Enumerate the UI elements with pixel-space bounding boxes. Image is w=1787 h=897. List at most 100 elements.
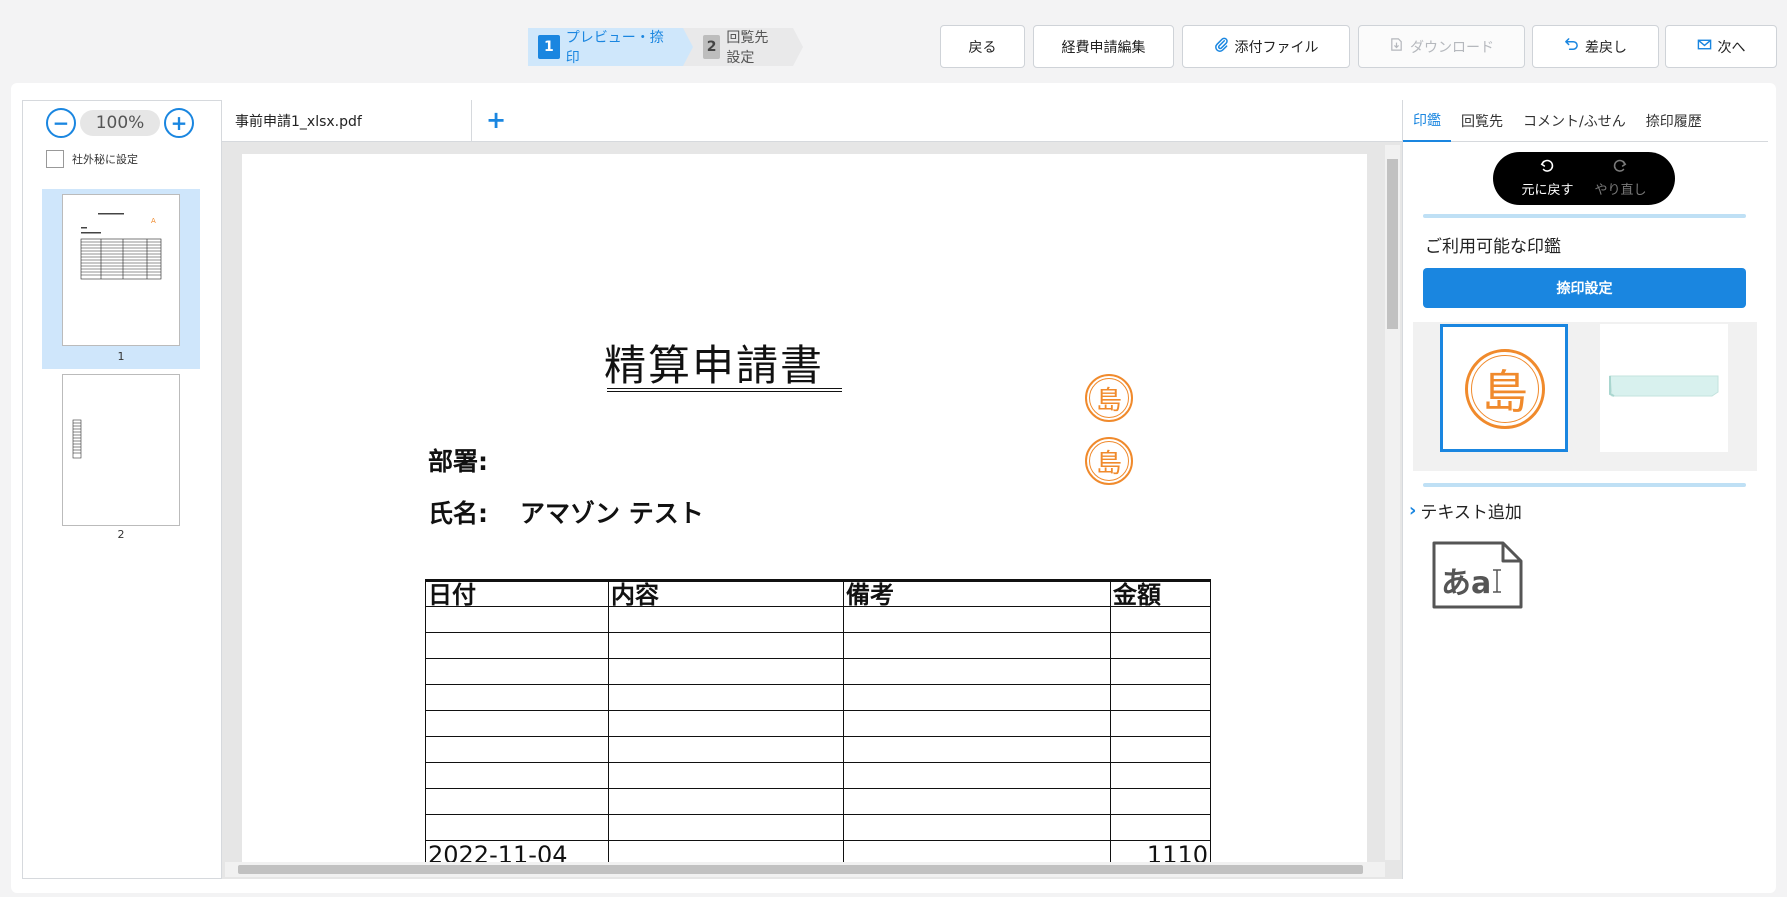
plus-icon: +	[485, 106, 507, 134]
download-button[interactable]: ダウンロード	[1358, 25, 1525, 68]
table-row	[425, 788, 1211, 815]
thumbnail-panel: − 100% + 社外秘に設定 A 1 2	[22, 100, 222, 879]
document-title: 精算申請書	[604, 341, 825, 390]
step-label: 回覧先設定	[726, 30, 769, 66]
confidential-checkbox[interactable]	[46, 150, 64, 168]
stamp-settings-button[interactable]: 捺印設定	[1423, 268, 1746, 308]
tab-comments[interactable]: コメント/ふせん	[1513, 100, 1636, 142]
text-add-section[interactable]: › テキスト追加	[1409, 498, 1522, 523]
title-underline	[607, 391, 842, 392]
confidential-option[interactable]: 社外秘に設定	[46, 150, 138, 168]
panel-tabs: 印鑑 回覧先 コメント/ふせん 捺印履歴	[1403, 100, 1768, 142]
page-number-2: 2	[117, 528, 125, 541]
stamp-list: 島	[1413, 322, 1757, 471]
column-header: 内容	[608, 579, 844, 607]
send-back-label: 差戻し	[1585, 39, 1627, 56]
back-label: 戻る	[968, 39, 997, 56]
undo-arrow-icon	[1564, 37, 1579, 56]
horizontal-scrollbar[interactable]	[225, 862, 1385, 877]
stamp-option-sticky[interactable]	[1600, 324, 1728, 452]
step-number: 2	[703, 35, 721, 59]
add-text-icon[interactable]: あa	[1431, 540, 1523, 610]
column-header: 備考	[843, 579, 1111, 607]
table-row	[425, 710, 1211, 737]
title-underline	[607, 388, 842, 389]
document-tab[interactable]: 事前申請1_xlsx.pdf	[222, 100, 472, 142]
text-icon-label: あa	[1441, 566, 1492, 601]
page-thumbnail-2[interactable]	[62, 374, 180, 526]
step-circulation[interactable]: 2 回覧先設定	[683, 28, 803, 66]
undo-button[interactable]: 元に戻す	[1521, 159, 1574, 198]
divider	[1423, 483, 1746, 487]
sticky-note-icon	[1609, 375, 1719, 397]
redo-label: やり直し	[1594, 183, 1647, 198]
step-preview-stamp[interactable]: 1 プレビュー・捺印	[528, 28, 693, 66]
send-back-button[interactable]: 差戻し	[1532, 25, 1659, 68]
redo-button[interactable]: やり直し	[1594, 159, 1647, 198]
tab-stamp[interactable]: 印鑑	[1403, 100, 1451, 142]
edit-expense-label: 経費申請編集	[1061, 39, 1146, 56]
zoom-controls: − 100% +	[46, 108, 194, 138]
tab-circulation[interactable]: 回覧先	[1451, 100, 1513, 142]
plus-icon: +	[170, 111, 188, 135]
document-page[interactable]: 精算申請書 島 島 部署: 氏名: アマゾン テスト 日付 内容 備考 金額 2…	[242, 154, 1367, 874]
thumbnail-preview: A	[80, 213, 162, 280]
undo-label: 元に戻す	[1521, 183, 1574, 198]
zoom-out-button[interactable]: −	[46, 108, 76, 138]
document-viewer[interactable]: 精算申請書 島 島 部署: 氏名: アマゾン テスト 日付 内容 備考 金額 2…	[222, 142, 1402, 879]
page-number-1: 1	[117, 350, 125, 363]
top-bar: 1 プレビュー・捺印 2 回覧先設定 戻る 経費申請編集 添付ファイル ダウンロ…	[0, 0, 1787, 80]
available-stamps-title: ご利用可能な印鑑	[1425, 237, 1561, 257]
divider	[1423, 214, 1746, 218]
placed-stamp[interactable]: 島	[1085, 437, 1133, 485]
column-header: 日付	[425, 579, 609, 607]
tab-stamp-history[interactable]: 捺印履歴	[1636, 100, 1712, 142]
page-thumbnail-1[interactable]: A	[62, 194, 180, 346]
undo-icon	[1540, 159, 1554, 177]
vertical-scrollbar[interactable]	[1385, 145, 1400, 860]
envelope-icon	[1697, 37, 1712, 56]
paperclip-icon	[1214, 37, 1229, 56]
chevron-right-icon: ›	[1409, 500, 1417, 521]
stamp-panel: 印鑑 回覧先 コメント/ふせん 捺印履歴 元に戻す やり直し ご利用可能な印鑑 …	[1402, 100, 1768, 879]
step-label: プレビュー・捺印	[565, 30, 664, 66]
thumbnail-preview	[72, 419, 82, 459]
step-number: 1	[538, 35, 560, 59]
table-row	[425, 658, 1211, 685]
column-header: 金額	[1110, 579, 1211, 607]
download-label: ダウンロード	[1410, 39, 1494, 56]
vertical-scroll-thumb[interactable]	[1387, 159, 1398, 329]
attachment-button[interactable]: 添付ファイル	[1182, 25, 1350, 68]
stamp-option-shima[interactable]: 島	[1440, 324, 1568, 452]
back-button[interactable]: 戻る	[940, 25, 1025, 68]
svg-text:A: A	[151, 217, 156, 225]
confidential-label: 社外秘に設定	[72, 153, 138, 166]
step-indicator: 1 プレビュー・捺印 2 回覧先設定	[528, 28, 803, 66]
next-label: 次へ	[1717, 39, 1746, 56]
table-row	[425, 814, 1211, 841]
table-row	[425, 632, 1211, 659]
zoom-level: 100%	[80, 110, 160, 136]
undo-redo-control: 元に戻す やり直し	[1493, 152, 1675, 205]
zoom-in-button[interactable]: +	[164, 108, 194, 138]
minus-icon: −	[52, 111, 70, 135]
stamp-preview: 島	[1465, 349, 1545, 429]
document-tab-bar: 事前申請1_xlsx.pdf +	[222, 100, 1402, 142]
expense-table: 日付 内容 備考 金額 2022-11-04 1110	[425, 579, 1211, 867]
redo-icon	[1613, 159, 1627, 177]
placed-stamp[interactable]: 島	[1085, 374, 1133, 422]
table-row	[425, 606, 1211, 633]
department-label: 部署:	[428, 447, 488, 476]
table-header-row: 日付 内容 備考 金額	[425, 579, 1211, 607]
table-row	[425, 762, 1211, 789]
add-tab-button[interactable]: +	[482, 106, 510, 134]
table-row	[425, 736, 1211, 763]
name-label: 氏名:	[428, 499, 488, 528]
text-add-title: テキスト追加	[1420, 503, 1522, 523]
attachment-label: 添付ファイル	[1234, 39, 1319, 56]
horizontal-scroll-thumb[interactable]	[238, 865, 1363, 874]
download-icon	[1389, 37, 1404, 56]
next-button[interactable]: 次へ	[1665, 25, 1777, 68]
table-row	[425, 684, 1211, 711]
edit-expense-button[interactable]: 経費申請編集	[1033, 25, 1174, 68]
